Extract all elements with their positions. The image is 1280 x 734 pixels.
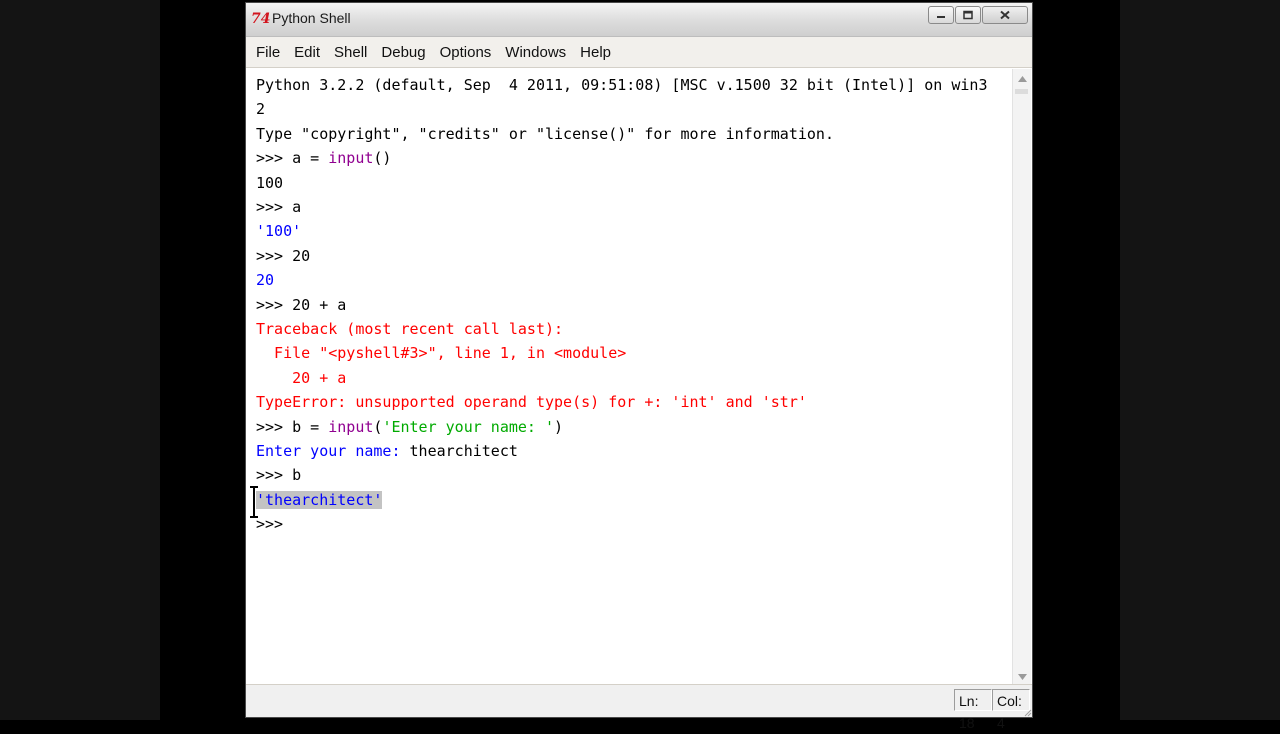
menu-debug[interactable]: Debug — [375, 40, 431, 65]
shell-text: ) — [554, 417, 564, 436]
shell-text: Type "copyright", "credits" or "license(… — [256, 124, 834, 143]
minimize-button[interactable] — [928, 6, 954, 24]
shell-text: () — [373, 149, 392, 168]
shell-line: >>> a = input() — [256, 146, 391, 170]
shell-text: 20 + a — [256, 368, 347, 387]
maximize-icon — [963, 10, 973, 20]
status-bar: Ln: 18 Col: 4 — [246, 684, 1032, 731]
shell-text: 20 — [292, 246, 311, 265]
menu-options[interactable]: Options — [434, 40, 498, 65]
shell-text: File "<pyshell#3>", line 1, in <module> — [256, 344, 627, 363]
shell-text: Python 3.2.2 (default, Sep 4 2011, 09:51… — [256, 76, 988, 94]
shell-text: a — [292, 198, 302, 216]
close-button[interactable] — [982, 6, 1028, 24]
shell-prompt: >>> — [256, 149, 293, 168]
close-icon — [1000, 10, 1010, 20]
shell-text: 'Enter your name: ' — [382, 417, 555, 436]
shell-line: >>> a — [256, 195, 301, 219]
shell-line: >>> — [256, 512, 292, 536]
menu-windows[interactable]: Windows — [499, 40, 572, 65]
title-bar[interactable]: 74 Python Shell — [246, 3, 1032, 37]
shell-prompt: >>> — [256, 466, 293, 485]
shell-prompt: >>> — [256, 417, 293, 436]
menu-bar: File Edit Shell Debug Options Windows He… — [246, 37, 1032, 68]
shell-text: a = — [292, 149, 329, 168]
menu-shell[interactable]: Shell — [328, 40, 373, 65]
shell-line: >>> 20 — [256, 244, 310, 268]
menu-help[interactable]: Help — [574, 40, 617, 65]
shell-text: Enter your name: — [256, 442, 410, 460]
shell-text: b — [292, 466, 302, 485]
line-number-indicator: Ln: 18 — [954, 689, 992, 731]
text-cursor-icon — [250, 486, 258, 518]
shell-text: '100' — [256, 222, 302, 241]
shell-text: 2 — [256, 100, 266, 119]
shell-prompt: >>> — [256, 515, 293, 534]
python-shell-window: 74 Python Shell File Edit Shell Debug Op… — [245, 2, 1033, 731]
shell-text: input — [328, 149, 374, 168]
shell-line: 100 — [256, 171, 283, 195]
resize-grip-icon[interactable] — [1022, 707, 1032, 717]
shell-text: b = — [292, 417, 329, 436]
shell-line: '100' — [256, 219, 301, 243]
shell-prompt: >>> — [256, 295, 293, 314]
chevron-down-icon — [1017, 674, 1027, 680]
menu-file[interactable]: File — [250, 40, 286, 65]
shell-text: 20 — [256, 271, 275, 290]
menu-edit[interactable]: Edit — [288, 40, 326, 65]
shell-line: File "<pyshell#3>", line 1, in <module> — [256, 341, 626, 365]
shell-prompt: >>> — [256, 198, 293, 216]
idle-app-icon: 74 — [251, 11, 271, 27]
shell-line: Type "copyright", "credits" or "license(… — [256, 122, 834, 146]
shell-text: 100 — [256, 173, 284, 192]
shell-line: Traceback (most recent call last): — [256, 317, 563, 341]
shell-text-area[interactable]: Python 3.2.2 (default, Sep 4 2011, 09:51… — [248, 69, 1014, 685]
window-title: Python Shell — [272, 10, 351, 26]
chevron-up-icon — [1017, 76, 1027, 82]
shell-line: >>> 20 + a — [256, 293, 346, 317]
shell-line: Python 3.2.2 (default, Sep 4 2011, 09:51… — [256, 73, 988, 97]
shell-line: >>> b = input('Enter your name: ') — [256, 415, 563, 439]
shell-line: >>> b — [256, 463, 301, 487]
scroll-up-arrow[interactable] — [1014, 71, 1030, 87]
video-letterbox-right — [1120, 0, 1280, 720]
shell-line: 20 — [256, 268, 274, 292]
window-controls — [927, 6, 1028, 26]
shell-line: TypeError: unsupported operand type(s) f… — [256, 390, 807, 414]
scrollbar-thumb[interactable] — [1015, 89, 1028, 94]
shell-text: 'thearchitect' — [256, 490, 383, 509]
maximize-button[interactable] — [955, 6, 981, 24]
video-letterbox-left — [0, 0, 160, 720]
shell-text: Traceback (most recent call last): — [256, 320, 564, 338]
shell-line: Enter your name: thearchitect — [256, 439, 518, 463]
shell-line: 20 + a — [256, 366, 346, 390]
shell-text: TypeError: unsupported operand type(s) f… — [256, 393, 807, 412]
shell-prompt: >>> — [256, 246, 293, 265]
vertical-scrollbar[interactable] — [1012, 69, 1031, 687]
scroll-down-arrow[interactable] — [1014, 669, 1030, 685]
shell-line: 'thearchitect' — [256, 488, 383, 512]
shell-text: thearchitect — [409, 442, 518, 460]
shell-text: 20 + a — [292, 295, 347, 314]
shell-text: input — [328, 417, 374, 436]
minimize-icon — [937, 16, 945, 18]
shell-line: 2 — [256, 97, 265, 121]
